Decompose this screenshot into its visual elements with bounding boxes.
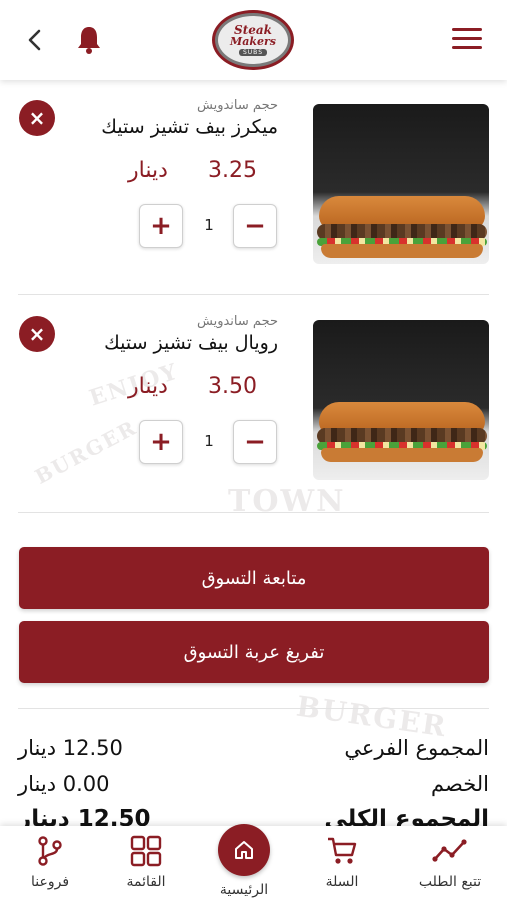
remove-item-button[interactable]: × — [19, 100, 55, 136]
remove-item-button[interactable]: × — [19, 316, 55, 352]
logo-text-line3: SUBS — [238, 49, 268, 56]
app-header: Steak Makers SUBS — [0, 0, 507, 80]
item-size-label: حجم ساندويش — [197, 98, 278, 113]
cart-item: × حجم ساندويش ميكرز بيف تشيز ستيك 3.25 د… — [0, 80, 507, 296]
increase-quantity-button[interactable]: + — [139, 420, 183, 464]
discount-row: الخصم 0.00 دينار — [18, 772, 489, 808]
item-currency: دينار — [128, 158, 168, 183]
nav-track-order[interactable]: تتبع الطلب — [400, 834, 500, 896]
divider — [18, 294, 489, 295]
cart-icon — [328, 837, 357, 864]
grid-menu-icon — [130, 835, 162, 867]
home-icon — [235, 841, 253, 859]
item-price: 3.50 — [208, 374, 257, 399]
empty-cart-button[interactable]: تفريغ عربة التسوق — [19, 621, 489, 683]
menu-button[interactable] — [452, 28, 482, 52]
branches-icon — [38, 836, 62, 866]
nav-label: السلة — [325, 874, 359, 890]
item-price: 3.25 — [208, 158, 257, 183]
bell-icon — [78, 27, 100, 54]
hamburger-menu-icon — [452, 28, 482, 31]
notifications-button[interactable] — [74, 24, 104, 56]
increase-quantity-button[interactable]: + — [139, 204, 183, 248]
cart-item: × حجم ساندويش رويال بيف تشيز ستيك 3.50 د… — [0, 296, 507, 512]
item-size-label: حجم ساندويش — [197, 314, 278, 329]
bottom-navigation: فروعنا القائمة الرئيسية السلة تتبع الطلب — [0, 824, 507, 900]
product-image — [313, 320, 489, 480]
discount-value: 0.00 دينار — [18, 772, 110, 796]
subtotal-row: المجموع الفرعي 12.50 دينار — [18, 736, 489, 772]
back-button[interactable] — [20, 26, 48, 54]
subtotal-value: 12.50 دينار — [18, 736, 123, 760]
discount-label: الخصم — [431, 772, 489, 796]
nav-label: الرئيسية — [219, 882, 269, 898]
nav-label: القائمة — [126, 874, 166, 890]
quantity-value: 1 — [204, 216, 214, 234]
nav-branches[interactable]: فروعنا — [0, 834, 100, 896]
item-name: ميكرز بيف تشيز ستيك — [101, 116, 278, 138]
continue-shopping-button[interactable]: متابعة التسوق — [19, 547, 489, 609]
track-order-icon — [432, 839, 467, 862]
divider — [18, 512, 489, 513]
subtotal-label: المجموع الفرعي — [344, 736, 489, 760]
quantity-value: 1 — [204, 432, 214, 450]
logo-badge: Steak Makers SUBS — [218, 16, 288, 64]
product-image — [313, 104, 489, 264]
decrease-quantity-button[interactable]: − — [233, 204, 277, 248]
brand-logo[interactable]: Steak Makers SUBS — [212, 10, 294, 70]
chevron-left-icon — [28, 29, 41, 51]
nav-cart[interactable]: السلة — [292, 834, 392, 896]
logo-text-line2: Makers — [230, 35, 276, 48]
nav-label: فروعنا — [30, 874, 70, 890]
nav-menu[interactable]: القائمة — [96, 834, 196, 896]
divider — [18, 708, 489, 709]
home-button[interactable] — [218, 824, 270, 876]
decrease-quantity-button[interactable]: − — [233, 420, 277, 464]
nav-label: تتبع الطلب — [418, 874, 482, 890]
nav-home[interactable]: الرئيسية — [194, 824, 294, 898]
item-currency: دينار — [128, 374, 168, 399]
item-name: رويال بيف تشيز ستيك — [104, 332, 278, 354]
